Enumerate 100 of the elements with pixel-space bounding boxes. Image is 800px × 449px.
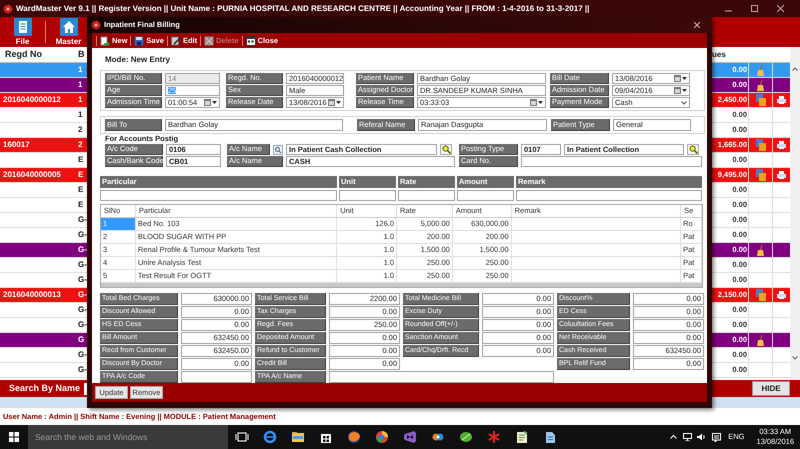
broom-icon[interactable] [756, 64, 765, 76]
document-icon[interactable] [543, 430, 557, 444]
table-cell: G- [78, 319, 87, 331]
list-row[interactable]: G- [0, 243, 87, 258]
table-cell: G- [78, 229, 87, 241]
caret-icon [682, 77, 687, 80]
network-icon[interactable] [683, 433, 692, 441]
list-row[interactable]: G [0, 333, 87, 348]
chevron-icon [681, 100, 687, 104]
search-button[interactable] [440, 144, 452, 155]
leaf-icon[interactable] [459, 430, 473, 444]
table-cell: G- [78, 349, 87, 361]
table-cell-text: 1 [78, 79, 84, 91]
browser-icon[interactable] [263, 430, 277, 444]
search-icon [688, 145, 698, 154]
notepad-icon[interactable] [515, 430, 529, 444]
table-cell-text: 2016040000012 [2, 94, 62, 106]
ribbon-icon[interactable] [403, 430, 417, 444]
calendar-icon [674, 87, 681, 94]
lookup-icon[interactable] [273, 144, 283, 154]
table-cell-text: E [78, 169, 84, 181]
table-cell-text: E [78, 199, 84, 211]
caret-icon [538, 101, 543, 104]
list-row[interactable]: G- [0, 303, 87, 318]
list-row[interactable]: G- [0, 318, 87, 333]
search-button[interactable] [687, 144, 699, 155]
list-row[interactable]: G- [0, 213, 87, 228]
input-field[interactable] [100, 190, 337, 201]
medical-star-icon[interactable] [487, 430, 501, 444]
calendar-icon [530, 99, 537, 106]
list-row[interactable]: G- [0, 363, 87, 378]
scroll-down-icon[interactable] [792, 356, 798, 360]
windows-logo-icon[interactable] [9, 432, 19, 442]
caret-icon [336, 101, 341, 104]
broom-icon[interactable] [756, 244, 765, 256]
caret-up-icon[interactable] [670, 435, 678, 439]
table-cell-text: 2016040000005 [2, 169, 62, 181]
list-row[interactable]: G- [0, 258, 87, 273]
broom-icon[interactable] [756, 334, 765, 346]
circle-app-icon[interactable] [375, 430, 389, 444]
list-row[interactable]: 2016040000012 1 [0, 93, 87, 108]
input-field[interactable] [339, 190, 396, 201]
column-header: ues [712, 48, 727, 60]
broom-icon[interactable] [756, 80, 765, 90]
table-cell: G- [78, 244, 87, 256]
input-field[interactable] [329, 371, 554, 383]
input-field[interactable] [457, 190, 514, 201]
printer-icon[interactable] [777, 141, 786, 149]
home-icon [60, 18, 78, 36]
scroll-up-icon[interactable] [792, 67, 798, 71]
table-cell: G- [78, 274, 87, 286]
list-row[interactable]: G- [0, 273, 87, 288]
calendar-icon [204, 99, 211, 106]
list-row[interactable]: 2 [0, 123, 87, 138]
input-field[interactable] [521, 156, 702, 167]
table-cell-text: 1 [78, 109, 84, 121]
save-icon [134, 36, 144, 46]
input-field[interactable] [181, 371, 252, 383]
list-row[interactable]: G- [0, 228, 87, 243]
table-cell-text: 2 [78, 139, 84, 151]
search-field[interactable]: Search the web and Windows [28, 425, 228, 449]
table-cell: G- [78, 304, 87, 316]
column-header: B [78, 48, 86, 61]
maximize-icon[interactable] [751, 5, 758, 12]
table-cell-text: E [78, 184, 84, 196]
table-cell: G- [78, 364, 87, 376]
notification-icon[interactable] [712, 432, 722, 442]
task-view-icon[interactable] [235, 430, 249, 444]
list-row[interactable]: 2016040000013 G- [0, 288, 87, 303]
input-field[interactable] [516, 190, 702, 201]
caret-icon [682, 89, 687, 92]
table-cell-text: 1 [78, 64, 84, 76]
calendar-icon [328, 99, 335, 106]
app-logo-icon [3, 4, 13, 14]
delete-icon [204, 36, 214, 46]
folder-icon[interactable] [291, 430, 305, 444]
list-row[interactable]: 1 [0, 78, 87, 93]
close-icon[interactable] [694, 22, 700, 28]
list-row[interactable]: 160017 2 [0, 138, 87, 153]
list-row[interactable]: G- [0, 348, 87, 363]
input-field[interactable] [398, 190, 455, 201]
close-icon[interactable] [777, 5, 784, 12]
table-cell-text: 1 [78, 94, 84, 106]
printer-icon[interactable] [777, 291, 786, 299]
dialog-logo-icon [91, 20, 101, 30]
table-cell-text: 160017 [2, 139, 31, 151]
table-cell-text: 2 [78, 124, 84, 136]
document-icon [14, 18, 32, 36]
list-row[interactable]: 2016040000005 E [0, 168, 87, 183]
ribbon-button[interactable]: File [0, 17, 45, 47]
scrollbar[interactable] [790, 47, 800, 380]
hide-button[interactable]: HIDE [752, 381, 790, 396]
printer-icon[interactable] [777, 171, 786, 179]
calendar-icon [246, 36, 256, 46]
speaker-icon[interactable] [697, 433, 706, 441]
table-cell: G- [78, 259, 87, 271]
edit-icon [170, 36, 181, 46]
table-cell: G- [78, 214, 87, 226]
printer-icon[interactable] [777, 96, 786, 104]
globe-icon[interactable] [347, 430, 361, 444]
